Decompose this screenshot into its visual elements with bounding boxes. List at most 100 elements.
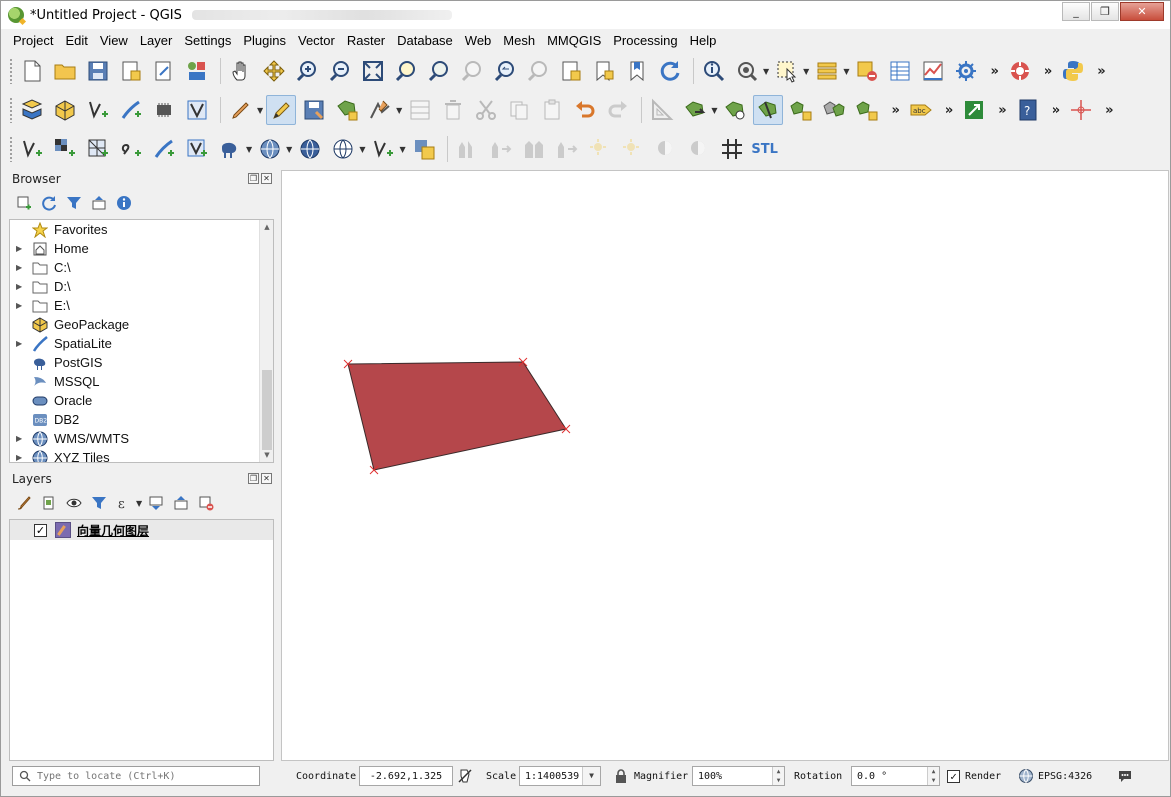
menu-project[interactable]: Project	[7, 33, 59, 48]
zoom-out-button[interactable]	[325, 56, 355, 86]
spin-arrows-icon[interactable]: ▲ ▼	[927, 767, 939, 785]
menu-database[interactable]: Database	[391, 33, 459, 48]
coordinate-field[interactable]: -2.692,1.325	[359, 766, 453, 786]
crs-label[interactable]: EPSG:4326	[1038, 771, 1092, 782]
redo-button[interactable]	[603, 95, 633, 125]
save-project-button[interactable]	[83, 56, 113, 86]
menu-settings[interactable]: Settings	[178, 33, 237, 48]
new-spatialite-layer-button[interactable]	[116, 95, 146, 125]
filter-expression-button[interactable]: ε	[113, 492, 135, 514]
zoom-next-button[interactable]	[523, 56, 553, 86]
browser-item-mssql[interactable]: MSSQL	[10, 372, 273, 391]
rotate-point-symbols-button[interactable]	[852, 95, 882, 125]
add-arcgis-layer-button[interactable]	[409, 134, 439, 164]
toolbar-overflow-button[interactable]: »	[1105, 103, 1113, 118]
menu-layer[interactable]: Layer	[134, 33, 179, 48]
maximize-button[interactable]: ❐	[1091, 2, 1119, 21]
zoom-to-selection-button[interactable]	[391, 56, 421, 86]
undock-icon[interactable]: ❐	[248, 473, 259, 484]
add-raster-layer-button[interactable]	[50, 134, 80, 164]
dropdown-arrow-icon[interactable]: ▼	[136, 499, 142, 508]
lock-icon[interactable]	[613, 768, 629, 784]
pan-map-button[interactable]	[226, 56, 256, 86]
measure-button[interactable]	[951, 56, 981, 86]
dropdown-arrow-icon[interactable]: ▼	[246, 145, 252, 154]
zoom-to-layer-button[interactable]	[424, 56, 454, 86]
expand-arrow-icon[interactable]: ▶	[16, 244, 22, 253]
toolbar-overflow-button[interactable]: »	[1044, 64, 1052, 79]
collapse-all-layers-button[interactable]	[170, 492, 192, 514]
open-project-button[interactable]	[50, 56, 80, 86]
style-manager-button[interactable]	[182, 56, 212, 86]
menu-raster[interactable]: Raster	[341, 33, 391, 48]
cut-features-button[interactable]	[471, 95, 501, 125]
toolbar-overflow-button[interactable]: »	[998, 103, 1006, 118]
polygon-feature[interactable]	[347, 361, 567, 471]
dropdown-arrow-icon[interactable]: ▼	[286, 145, 292, 154]
show-bookmarks-button[interactable]	[622, 56, 652, 86]
manage-map-themes-button[interactable]	[63, 492, 85, 514]
remove-layer-button[interactable]	[195, 492, 217, 514]
map-canvas[interactable]	[281, 170, 1169, 761]
browser-scrollbar[interactable]: ▲ ▼	[259, 220, 273, 462]
help-contents-button[interactable]: ?	[1013, 95, 1043, 125]
dropdown-arrow-icon[interactable]: ▼	[396, 106, 402, 115]
undock-icon[interactable]: ❐	[248, 173, 259, 184]
stl-button[interactable]: STL	[750, 134, 780, 164]
pan-to-selection-button[interactable]	[259, 56, 289, 86]
scroll-down-arrow-icon[interactable]: ▼	[260, 448, 273, 462]
contrast-up-button[interactable]	[651, 134, 681, 164]
raster-tool-2-button[interactable]	[486, 134, 516, 164]
toggle-editing-button[interactable]	[266, 95, 297, 125]
layer-visibility-checkbox[interactable]: ✓	[34, 523, 47, 537]
menu-help[interactable]: Help	[684, 33, 723, 48]
new-bookmark-button[interactable]	[589, 56, 619, 86]
menu-plugins[interactable]: Plugins	[237, 33, 292, 48]
dropdown-arrow-icon[interactable]: ▼	[257, 106, 263, 115]
new-vector-tile-button[interactable]	[368, 134, 398, 164]
offset-curve-button[interactable]	[720, 95, 750, 125]
expand-arrow-icon[interactable]: ▶	[16, 301, 22, 310]
add-layer-button[interactable]	[13, 192, 35, 214]
merge-features-button[interactable]	[786, 95, 816, 125]
messages-icon[interactable]	[1117, 768, 1133, 784]
filter-legend-button[interactable]	[88, 492, 110, 514]
add-wms-layer-button[interactable]	[255, 134, 285, 164]
add-wfs-layer-button[interactable]	[328, 134, 358, 164]
expand-all-button[interactable]	[145, 492, 167, 514]
identify-features-button[interactable]	[699, 56, 729, 86]
collapse-all-button[interactable]	[88, 192, 110, 214]
add-wcs-layer-button[interactable]	[295, 134, 325, 164]
scroll-up-arrow-icon[interactable]: ▲	[260, 220, 273, 234]
raster-tool-3-button[interactable]	[519, 134, 549, 164]
expand-arrow-icon[interactable]: ▶	[16, 339, 22, 348]
browser-item-db2[interactable]: DB2 DB2	[10, 410, 273, 429]
new-geopackage-layer-button[interactable]	[50, 95, 80, 125]
new-virtual-layer-button[interactable]	[182, 95, 212, 125]
dropdown-arrow-icon[interactable]: ▼	[711, 106, 717, 115]
toggle-extents-mouse-icon[interactable]	[457, 768, 473, 784]
menu-processing[interactable]: Processing	[607, 33, 683, 48]
split-features-button[interactable]	[753, 95, 784, 125]
refresh-button[interactable]	[655, 56, 685, 86]
help-ring-button[interactable]	[1005, 56, 1035, 86]
magnifier-spinbox[interactable]: 100% ▲ ▼	[692, 766, 785, 786]
crosshair-button[interactable]	[1066, 95, 1096, 125]
properties-button[interactable]	[113, 192, 135, 214]
minimize-button[interactable]: _	[1062, 2, 1090, 21]
browser-item-home[interactable]: ▶ Home	[10, 239, 273, 258]
add-spatialite-layer-button[interactable]	[149, 134, 179, 164]
current-edits-button[interactable]	[226, 95, 256, 125]
add-delimited-text-button[interactable]	[116, 134, 146, 164]
spin-arrows-icon[interactable]: ▲ ▼	[772, 767, 784, 785]
brightness-up-button[interactable]	[585, 134, 615, 164]
filter-browser-button[interactable]	[63, 192, 85, 214]
expand-arrow-icon[interactable]: ▶	[16, 282, 22, 291]
toolbar-overflow-button[interactable]: »	[990, 64, 998, 79]
grid-button[interactable]	[717, 134, 747, 164]
statistical-summary-button[interactable]	[918, 56, 948, 86]
dropdown-arrow-icon[interactable]: ▼	[582, 767, 600, 785]
browser-item-spatialite[interactable]: ▶ SpatiaLite	[10, 334, 273, 353]
data-source-manager-button[interactable]	[17, 95, 47, 125]
render-checkbox[interactable]: ✓	[947, 770, 960, 783]
